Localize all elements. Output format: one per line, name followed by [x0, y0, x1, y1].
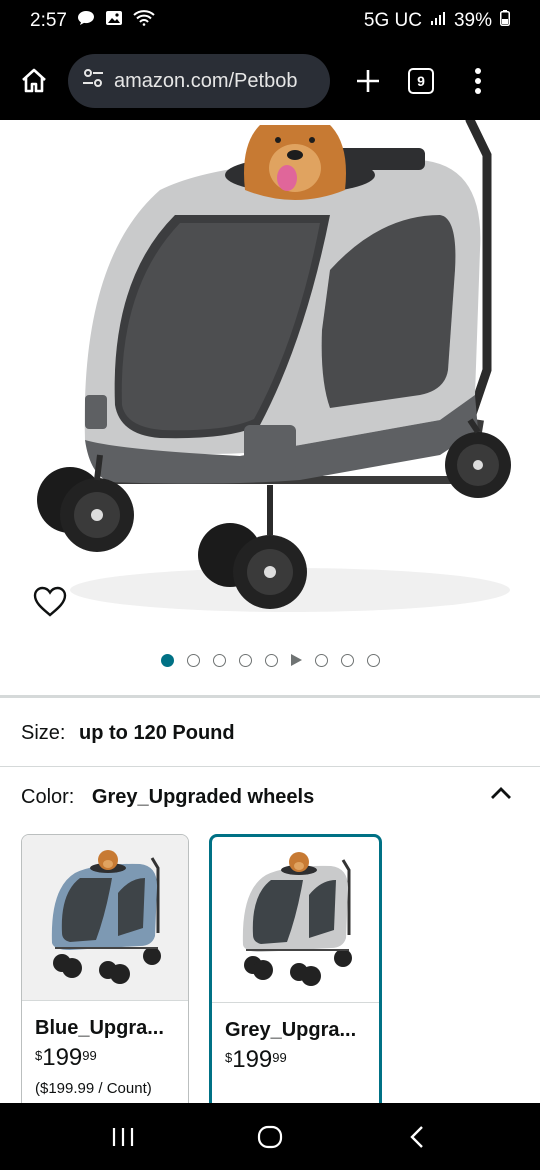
chat-bubble-icon	[77, 10, 95, 32]
price-fraction: 99	[82, 1048, 97, 1063]
heart-icon	[33, 586, 67, 617]
swatch-thumbnail	[212, 837, 379, 1003]
color-value: Grey_Upgraded wheels	[91, 786, 315, 808]
color-swatch-grey[interactable]: Grey_Upgra... $ 199 99	[209, 834, 382, 1114]
section-divider	[0, 695, 540, 698]
carousel-dot-4[interactable]	[238, 653, 252, 667]
swatch-name: Grey_Upgra...	[225, 1019, 357, 1041]
color-selector-header[interactable]: Color: Grey_Upgraded wheels	[21, 786, 314, 809]
video-play-icon[interactable]	[290, 654, 302, 666]
carousel-dot-2[interactable]	[186, 653, 200, 667]
tab-switcher-button[interactable]: 9	[408, 68, 434, 94]
price-symbol: $	[225, 1050, 233, 1065]
battery-icon	[500, 10, 510, 32]
size-selector[interactable]: Size: up to 120 Pound	[21, 722, 235, 745]
color-label: Color:	[21, 786, 75, 808]
price-fraction: 99	[272, 1050, 287, 1065]
new-tab-button[interactable]	[348, 61, 388, 101]
row-divider	[0, 766, 540, 767]
back-button[interactable]	[397, 1117, 437, 1157]
grey-stroller-thumbnail	[242, 851, 352, 986]
carousel-dot-5[interactable]	[264, 653, 278, 667]
carousel-dot-3[interactable]	[212, 653, 226, 667]
size-value: up to 120 Pound	[79, 722, 235, 744]
browser-toolbar: amazon.com/Petbob 9	[0, 42, 540, 120]
carousel-dot-8[interactable]	[340, 653, 354, 667]
size-label: Size:	[21, 722, 66, 744]
price-whole: 199	[42, 1044, 83, 1071]
battery-percent: 39%	[453, 10, 492, 31]
status-right: 5G UC 39%	[364, 10, 510, 32]
system-navigation-bar	[0, 1103, 540, 1170]
signal-icon	[430, 10, 446, 32]
price-whole: 199	[232, 1046, 273, 1073]
collapse-color-button[interactable]	[488, 780, 514, 806]
swatch-price: $ 199 99	[212, 1042, 379, 1074]
color-swatch-blue[interactable]: Blue_Upgra... $ 199 99 ($199.99 / Count)	[21, 834, 189, 1114]
dog-head	[244, 125, 346, 200]
status-left: 2:57	[30, 10, 155, 32]
url-text: amazon.com/Petbob	[114, 69, 298, 92]
home-nav-button[interactable]	[250, 1117, 290, 1157]
stroller-illustration	[37, 120, 511, 612]
more-vert-icon	[475, 68, 481, 94]
status-time: 2:57	[30, 10, 67, 31]
unit-price: ($199.99 / Count)	[35, 1080, 152, 1097]
gallery-icon	[105, 10, 123, 32]
back-chevron-icon	[409, 1125, 423, 1148]
swatch-thumbnail	[22, 835, 188, 1001]
site-settings-icon[interactable]	[82, 68, 104, 94]
wishlist-button[interactable]	[32, 584, 68, 620]
product-image[interactable]	[0, 120, 540, 640]
home-circle-icon	[257, 1125, 283, 1148]
browser-menu-button[interactable]	[468, 61, 488, 101]
address-bar[interactable]: amazon.com/Petbob	[68, 54, 330, 108]
home-button[interactable]	[14, 61, 54, 101]
status-bar: 2:57 5G UC 39%	[0, 0, 540, 42]
carousel-dot-9[interactable]	[366, 653, 380, 667]
wifi-icon	[133, 10, 155, 32]
chevron-up-icon	[491, 787, 511, 799]
recent-apps-button[interactable]	[103, 1117, 143, 1157]
swatch-name: Blue_Upgra...	[35, 1017, 164, 1039]
swatch-price: $ 199 99	[22, 1040, 188, 1072]
home-icon	[22, 68, 46, 93]
network-label: 5G UC	[363, 10, 422, 31]
carousel-dot-1[interactable]	[160, 653, 174, 667]
recents-icon	[113, 1127, 134, 1146]
blue-stroller-thumbnail	[51, 849, 161, 984]
image-carousel-indicator	[0, 650, 540, 670]
plus-icon	[357, 70, 379, 92]
carousel-dot-7[interactable]	[314, 653, 328, 667]
price-symbol: $	[35, 1048, 43, 1063]
